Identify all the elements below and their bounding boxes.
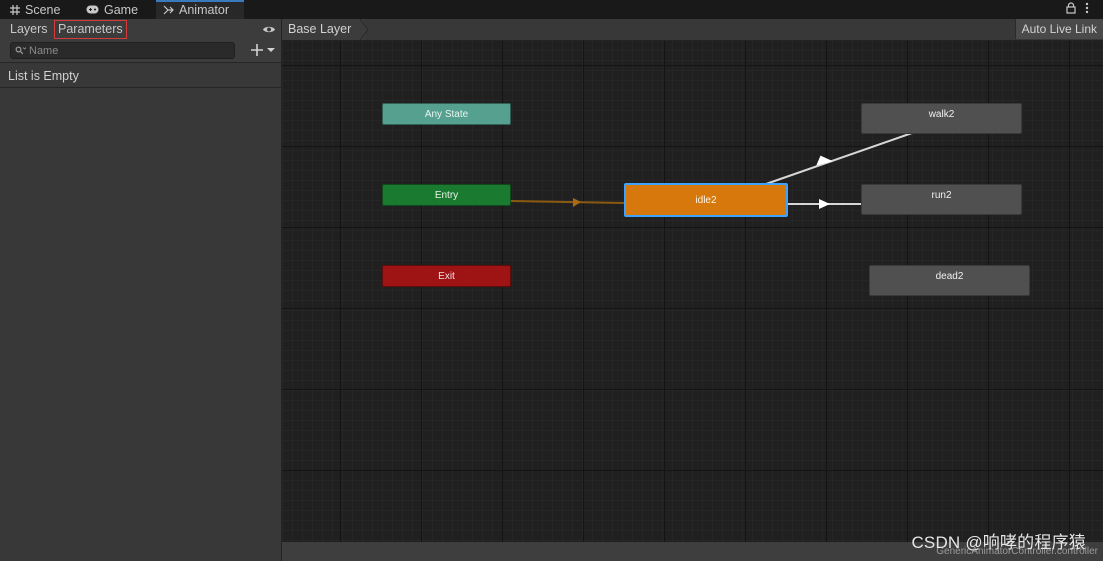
tab-game[interactable]: Game xyxy=(86,0,138,19)
tab-animator[interactable]: Animator xyxy=(156,0,244,19)
state-any-state[interactable]: Any State xyxy=(382,103,511,125)
parameter-list: List is Empty xyxy=(0,63,281,88)
animator-graph-view[interactable]: Base Layer Auto Live Link Any State Entr… xyxy=(282,19,1103,561)
parameter-search-row xyxy=(0,40,281,63)
lock-icon[interactable] xyxy=(1066,2,1076,17)
state-walk2[interactable]: walk2 xyxy=(861,103,1022,134)
search-icon xyxy=(15,45,27,59)
panel-tab-header: Layers Parameters xyxy=(0,19,281,41)
state-run2[interactable]: run2 xyxy=(861,184,1022,215)
empty-list-message: List is Empty xyxy=(8,69,79,83)
transition-idle-to-walk[interactable] xyxy=(765,132,913,185)
tab-layers[interactable]: Layers xyxy=(10,21,48,38)
eye-icon[interactable] xyxy=(262,23,276,37)
state-dead2[interactable]: dead2 xyxy=(869,265,1030,296)
breadcrumb-bar: Base Layer Auto Live Link xyxy=(282,19,1103,41)
tab-parameters[interactable]: Parameters xyxy=(54,20,127,39)
watermark: CSDN @响哮的程序猿 xyxy=(911,533,1086,552)
kebab-menu-icon[interactable] xyxy=(1085,2,1089,17)
state-idle2[interactable]: idle2 xyxy=(624,183,788,217)
transition-idle-to-run[interactable] xyxy=(787,199,862,209)
gamepad-icon xyxy=(86,5,99,14)
grid-icon xyxy=(10,4,20,15)
window-tab-bar: Scene Game Animator xyxy=(0,0,1103,19)
add-parameter-button[interactable] xyxy=(250,41,278,59)
state-entry[interactable]: Entry xyxy=(382,184,511,206)
breadcrumb-base-layer[interactable]: Base Layer xyxy=(282,19,366,40)
parameter-search-input[interactable] xyxy=(29,43,229,58)
parameter-search-box[interactable] xyxy=(10,42,235,59)
tab-game-label: Game xyxy=(104,2,139,17)
auto-live-link-button[interactable]: Auto Live Link xyxy=(1014,19,1103,39)
tab-animator-label: Animator xyxy=(179,2,230,17)
tab-scene[interactable]: Scene xyxy=(10,0,60,19)
tab-scene-label: Scene xyxy=(25,2,61,17)
parameters-panel: Layers Parameters List is Empty xyxy=(0,19,282,561)
state-exit[interactable]: Exit xyxy=(382,265,511,287)
transition-entry-to-idle[interactable] xyxy=(510,198,626,207)
animator-icon xyxy=(163,5,174,15)
breadcrumb-arrow-icon xyxy=(359,19,369,43)
